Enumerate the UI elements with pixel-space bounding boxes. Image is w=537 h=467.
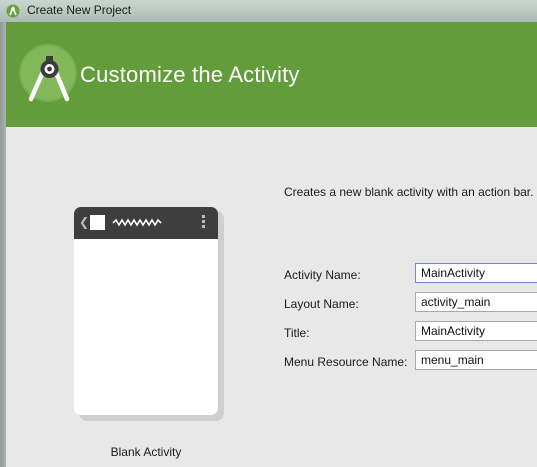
menu-resource-name-label: Menu Resource Name: [284,355,408,369]
layout-name-label: Layout Name: [284,297,359,311]
android-studio-icon [6,4,20,18]
android-studio-logo [19,44,77,102]
dialog-content: Customize the Activity ❮ Blank Activity … [6,22,537,467]
activity-name-input[interactable] [415,263,537,283]
title-input[interactable] [415,321,537,341]
activity-name-label: Activity Name: [284,268,361,282]
window-titlebar[interactable]: Create New Project [0,0,537,22]
page-title: Customize the Activity [80,62,300,87]
template-label: Blank Activity [110,445,182,459]
title-label: Title: [284,326,310,340]
window-title: Create New Project [27,3,132,17]
app-icon [90,215,105,230]
template-description: Creates a new blank activity with an act… [284,185,534,199]
chevron-left-icon: ❮ [79,215,90,229]
activity-preview: ❮ [74,207,218,415]
layout-name-input[interactable] [415,292,537,312]
title-placeholder-icon [112,218,162,227]
dialog-header: Customize the Activity [6,22,537,127]
overflow-menu-icon [201,215,207,233]
menu-resource-name-input[interactable] [415,350,537,370]
preview-action-bar: ❮ [74,207,218,239]
